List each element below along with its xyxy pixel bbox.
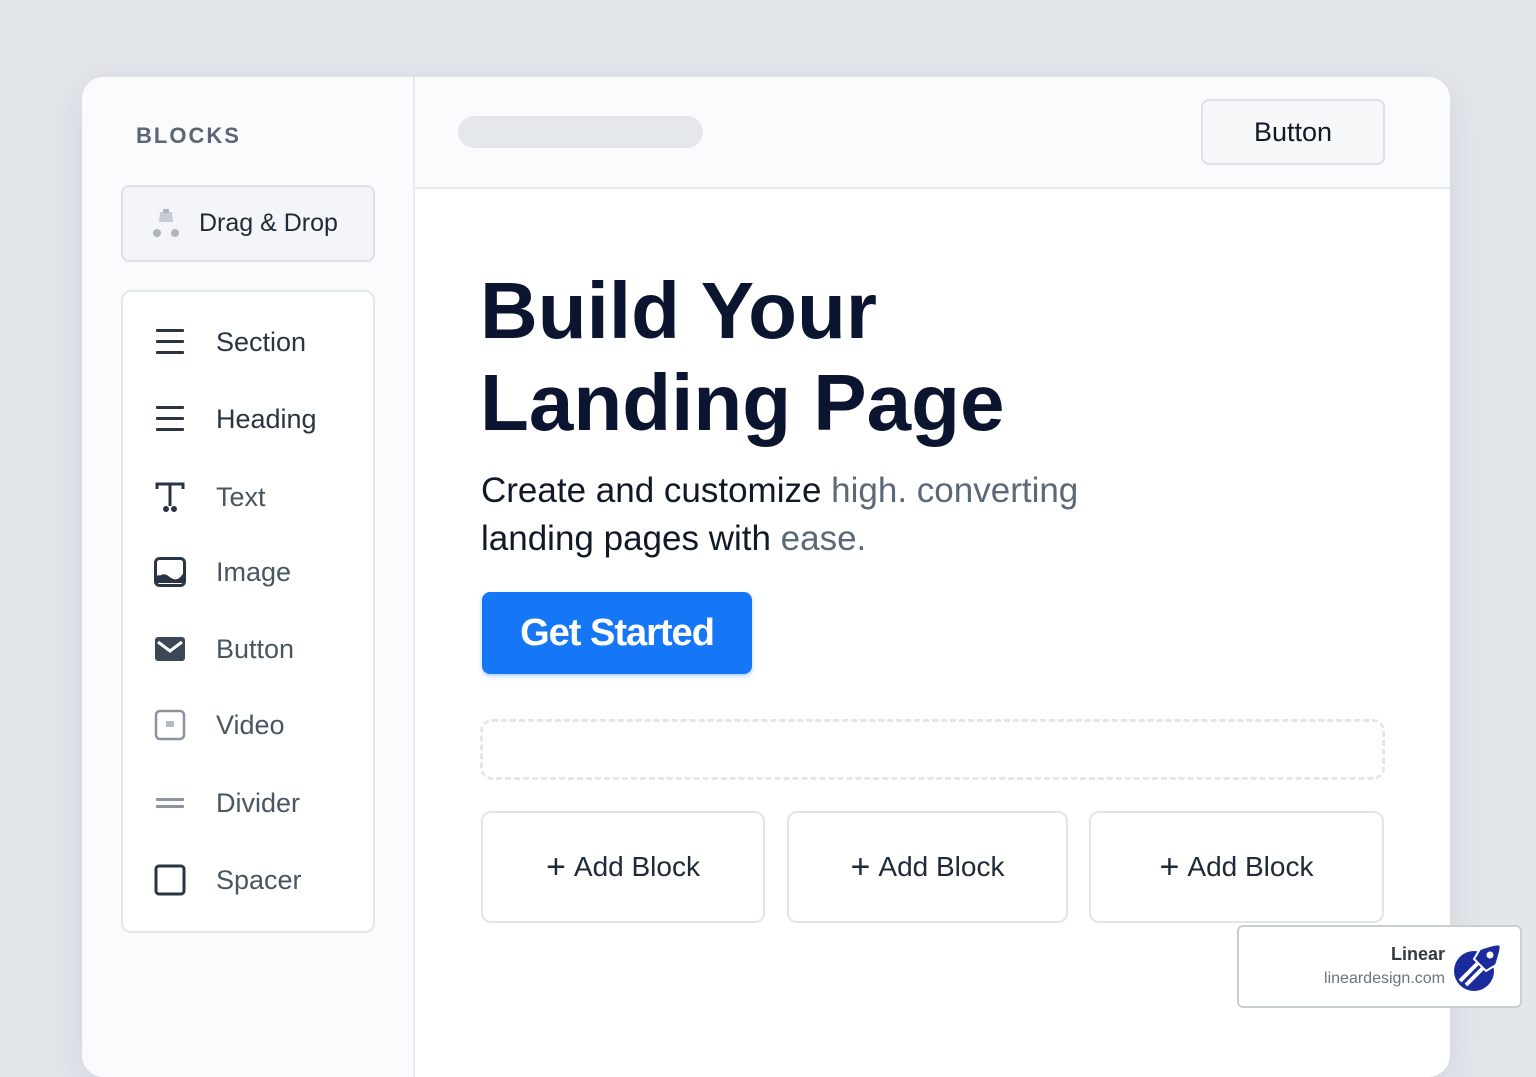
image-icon: [154, 557, 186, 587]
drop-zone[interactable]: [480, 719, 1385, 780]
drag-drop-label: Drag & Drop: [199, 209, 338, 237]
sidebar-item-image[interactable]: Image: [123, 544, 373, 600]
canvas-topbar: Button: [415, 77, 1450, 189]
block-list: Section Heading Text Image Button Video …: [121, 290, 375, 933]
sidebar-item-label: Image: [216, 556, 292, 587]
add-block-label: Add Block: [1187, 851, 1314, 882]
address-placeholder-bar: [458, 116, 703, 148]
button-icon: [155, 637, 185, 661]
hero-subtitle-part: Create and customize: [481, 471, 832, 510]
heading-icon: [156, 406, 184, 431]
sidebar-item-section[interactable]: Section: [123, 314, 373, 370]
sidebar-item-label: Text: [216, 481, 266, 512]
add-block-button[interactable]: + Add Block: [787, 811, 1068, 923]
sidebar-item-label: Section: [216, 326, 307, 357]
sidebar-item-text[interactable]: Text: [123, 469, 373, 525]
hero-title: Build Your Landing Page: [480, 265, 1005, 449]
spacer-icon: [154, 864, 186, 896]
get-started-button[interactable]: Get Started: [482, 592, 752, 674]
sidebar-item-label: Video: [216, 709, 285, 740]
plus-icon: +: [850, 848, 871, 886]
add-block-button[interactable]: + Add Block: [481, 811, 765, 923]
hero-title-line1: Build Your: [480, 266, 878, 355]
plus-icon: +: [1159, 848, 1180, 886]
sidebar-item-label: Button: [216, 633, 295, 664]
brand-site: lineardesign.com: [1324, 970, 1445, 987]
blocks-sidebar: BLOCKS Drag & Drop Section Heading Text …: [82, 77, 415, 1077]
hero-subtitle-part: ease.: [780, 519, 867, 558]
drag-drop-icon: [153, 208, 179, 237]
topbar-button[interactable]: Button: [1201, 99, 1385, 165]
plus-icon: +: [546, 848, 566, 886]
sidebar-item-video[interactable]: Video: [123, 697, 373, 753]
divider-icon: [156, 798, 184, 808]
sidebar-item-label: Heading: [216, 403, 317, 434]
video-icon: [154, 709, 186, 741]
hero-subtitle-part: landing pages with: [481, 519, 781, 558]
hero-subtitle-part: high. converting: [831, 471, 1079, 510]
sidebar-item-spacer[interactable]: Spacer: [123, 852, 373, 908]
sidebar-item-divider[interactable]: Divider: [123, 775, 373, 831]
sidebar-item-label: Divider: [216, 787, 301, 818]
hero-subtitle: Create and customize high. converting la…: [481, 467, 1078, 563]
rocket-logo-icon: [1454, 943, 1502, 991]
add-block-label: Add Block: [878, 851, 1005, 882]
add-block-label: Add Block: [573, 851, 700, 882]
sidebar-item-heading[interactable]: Heading: [123, 391, 373, 447]
brand-name: Linear: [1390, 944, 1445, 964]
section-icon: [156, 329, 184, 354]
text-icon: [155, 482, 185, 512]
brand-badge: Linear lineardesign.com: [1237, 925, 1522, 1008]
sidebar-title: BLOCKS: [136, 123, 241, 148]
hero-title-line2: Landing Page: [480, 358, 1005, 447]
sidebar-item-button[interactable]: Button: [123, 621, 373, 677]
add-block-button[interactable]: + Add Block: [1089, 811, 1384, 923]
sidebar-item-label: Spacer: [216, 864, 302, 895]
drag-drop-button[interactable]: Drag & Drop: [121, 185, 375, 262]
